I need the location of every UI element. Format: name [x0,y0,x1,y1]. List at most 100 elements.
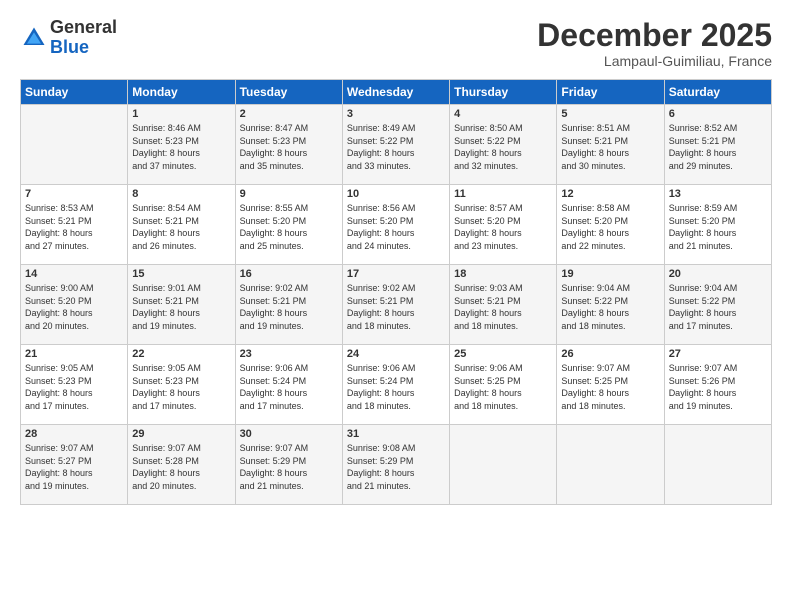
day-info: Sunrise: 8:56 AMSunset: 5:20 PMDaylight:… [347,202,445,252]
logo-general: General [50,18,117,38]
day-cell: 4 Sunrise: 8:50 AMSunset: 5:22 PMDaylight… [450,105,557,185]
week-row-5: 28 Sunrise: 9:07 AMSunset: 5:27 PMDayligh… [21,425,772,505]
day-info: Sunrise: 9:05 AMSunset: 5:23 PMDaylight:… [25,362,123,412]
calendar-header: SundayMondayTuesdayWednesdayThursdayFrid… [21,80,772,105]
day-info: Sunrise: 8:49 AMSunset: 5:22 PMDaylight:… [347,122,445,172]
day-cell [21,105,128,185]
day-cell: 10 Sunrise: 8:56 AMSunset: 5:20 PMDayligh… [342,185,449,265]
day-number: 29 [132,428,230,440]
calendar-table: SundayMondayTuesdayWednesdayThursdayFrid… [20,79,772,505]
day-info: Sunrise: 9:07 AMSunset: 5:29 PMDaylight:… [240,442,338,492]
day-cell: 23 Sunrise: 9:06 AMSunset: 5:24 PMDayligh… [235,345,342,425]
day-info: Sunrise: 9:01 AMSunset: 5:21 PMDaylight:… [132,282,230,332]
day-number: 28 [25,428,123,440]
day-info: Sunrise: 9:07 AMSunset: 5:27 PMDaylight:… [25,442,123,492]
week-row-1: 1 Sunrise: 8:46 AMSunset: 5:23 PMDaylight… [21,105,772,185]
day-number: 15 [132,268,230,280]
header-cell-wednesday: Wednesday [342,80,449,105]
day-cell: 3 Sunrise: 8:49 AMSunset: 5:22 PMDaylight… [342,105,449,185]
day-number: 8 [132,188,230,200]
day-number: 5 [561,108,659,120]
day-cell [557,425,664,505]
day-number: 30 [240,428,338,440]
day-number: 21 [25,348,123,360]
day-info: Sunrise: 8:46 AMSunset: 5:23 PMDaylight:… [132,122,230,172]
day-cell: 16 Sunrise: 9:02 AMSunset: 5:21 PMDayligh… [235,265,342,345]
month-title: December 2025 [537,18,772,53]
day-cell: 18 Sunrise: 9:03 AMSunset: 5:21 PMDayligh… [450,265,557,345]
week-row-2: 7 Sunrise: 8:53 AMSunset: 5:21 PMDaylight… [21,185,772,265]
day-number: 13 [669,188,767,200]
logo-text: General Blue [50,18,117,58]
day-number: 4 [454,108,552,120]
day-number: 16 [240,268,338,280]
day-info: Sunrise: 9:06 AMSunset: 5:24 PMDaylight:… [347,362,445,412]
day-number: 17 [347,268,445,280]
calendar-body: 1 Sunrise: 8:46 AMSunset: 5:23 PMDaylight… [21,105,772,505]
day-info: Sunrise: 9:07 AMSunset: 5:25 PMDaylight:… [561,362,659,412]
day-info: Sunrise: 8:51 AMSunset: 5:21 PMDaylight:… [561,122,659,172]
day-info: Sunrise: 8:54 AMSunset: 5:21 PMDaylight:… [132,202,230,252]
day-number: 6 [669,108,767,120]
day-cell [450,425,557,505]
day-number: 3 [347,108,445,120]
day-cell [664,425,771,505]
day-cell: 5 Sunrise: 8:51 AMSunset: 5:21 PMDaylight… [557,105,664,185]
day-cell: 27Sunrise: 9:07 AMSunset: 5:26 PMDayligh… [664,345,771,425]
day-cell: 2Sunrise: 8:47 AMSunset: 5:23 PMDaylight… [235,105,342,185]
day-cell: 30 Sunrise: 9:07 AMSunset: 5:29 PMDayligh… [235,425,342,505]
day-number: 9 [240,188,338,200]
day-info: Sunrise: 8:57 AMSunset: 5:20 PMDaylight:… [454,202,552,252]
day-cell: 6 Sunrise: 8:52 AMSunset: 5:21 PMDaylight… [664,105,771,185]
day-info: Sunrise: 9:05 AMSunset: 5:23 PMDaylight:… [132,362,230,412]
day-info: Sunrise: 8:55 AMSunset: 5:20 PMDaylight:… [240,202,338,252]
day-cell: 14Sunrise: 9:00 AMSunset: 5:20 PMDayligh… [21,265,128,345]
day-number: 31 [347,428,445,440]
day-cell: 17Sunrise: 9:02 AMSunset: 5:21 PMDayligh… [342,265,449,345]
header-cell-sunday: Sunday [21,80,128,105]
day-number: 25 [454,348,552,360]
day-info: Sunrise: 9:04 AMSunset: 5:22 PMDaylight:… [669,282,767,332]
day-info: Sunrise: 8:53 AMSunset: 5:21 PMDaylight:… [25,202,123,252]
location: Lampaul-Guimiliau, France [537,53,772,69]
page-container: General Blue December 2025 Lampaul-Guimi… [0,0,792,515]
title-block: December 2025 Lampaul-Guimiliau, France [537,18,772,69]
day-number: 1 [132,108,230,120]
day-info: Sunrise: 9:03 AMSunset: 5:21 PMDaylight:… [454,282,552,332]
day-info: Sunrise: 9:04 AMSunset: 5:22 PMDaylight:… [561,282,659,332]
day-info: Sunrise: 9:00 AMSunset: 5:20 PMDaylight:… [25,282,123,332]
day-info: Sunrise: 9:02 AMSunset: 5:21 PMDaylight:… [240,282,338,332]
week-row-4: 21 Sunrise: 9:05 AMSunset: 5:23 PMDayligh… [21,345,772,425]
header-cell-tuesday: Tuesday [235,80,342,105]
day-number: 18 [454,268,552,280]
week-row-3: 14Sunrise: 9:00 AMSunset: 5:20 PMDayligh… [21,265,772,345]
day-number: 2 [240,108,338,120]
day-cell: 26Sunrise: 9:07 AMSunset: 5:25 PMDayligh… [557,345,664,425]
day-number: 20 [669,268,767,280]
day-cell: 21 Sunrise: 9:05 AMSunset: 5:23 PMDayligh… [21,345,128,425]
page-header: General Blue December 2025 Lampaul-Guimi… [20,18,772,69]
day-info: Sunrise: 9:06 AMSunset: 5:24 PMDaylight:… [240,362,338,412]
day-cell: 24Sunrise: 9:06 AMSunset: 5:24 PMDayligh… [342,345,449,425]
day-number: 23 [240,348,338,360]
day-cell: 13Sunrise: 8:59 AMSunset: 5:20 PMDayligh… [664,185,771,265]
header-cell-saturday: Saturday [664,80,771,105]
day-cell: 15 Sunrise: 9:01 AMSunset: 5:21 PMDayligh… [128,265,235,345]
day-cell: 8 Sunrise: 8:54 AMSunset: 5:21 PMDaylight… [128,185,235,265]
day-number: 10 [347,188,445,200]
header-cell-monday: Monday [128,80,235,105]
day-cell: 7 Sunrise: 8:53 AMSunset: 5:21 PMDaylight… [21,185,128,265]
logo: General Blue [20,18,117,58]
day-info: Sunrise: 8:52 AMSunset: 5:21 PMDaylight:… [669,122,767,172]
logo-blue: Blue [50,38,117,58]
day-number: 27 [669,348,767,360]
day-number: 22 [132,348,230,360]
day-cell: 31 Sunrise: 9:08 AMSunset: 5:29 PMDayligh… [342,425,449,505]
logo-icon [20,24,48,52]
day-number: 11 [454,188,552,200]
day-info: Sunrise: 9:08 AMSunset: 5:29 PMDaylight:… [347,442,445,492]
day-info: Sunrise: 8:50 AMSunset: 5:22 PMDaylight:… [454,122,552,172]
day-number: 7 [25,188,123,200]
day-cell: 12Sunrise: 8:58 AMSunset: 5:20 PMDayligh… [557,185,664,265]
day-info: Sunrise: 9:06 AMSunset: 5:25 PMDaylight:… [454,362,552,412]
